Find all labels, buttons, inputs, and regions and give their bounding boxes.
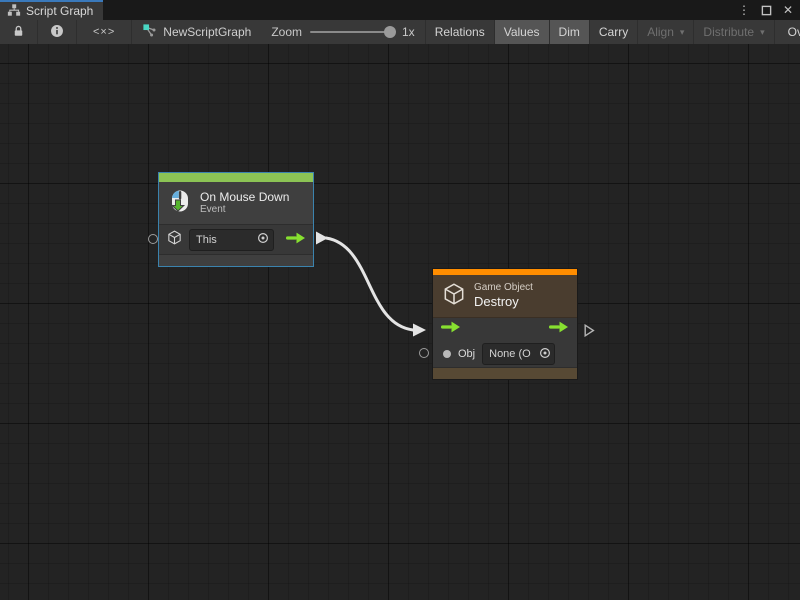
obj-object-field[interactable]: None (O: [482, 343, 555, 365]
node-destroy[interactable]: Game Object Destroy Obj No: [432, 268, 578, 380]
zoom-label: Zoom: [271, 25, 302, 39]
connection-wire: [326, 238, 413, 330]
graph-hierarchy-icon: [7, 3, 21, 20]
connection-end-arrow: [413, 324, 426, 337]
on-mouse-down-target-input-port[interactable]: [148, 234, 158, 244]
script-graph-asset-icon: [142, 23, 157, 41]
object-picker-icon[interactable]: [257, 232, 269, 247]
close-icon[interactable]: ✕: [780, 2, 796, 18]
node-title: On Mouse Down: [200, 190, 289, 204]
node-subtitle: Event: [200, 204, 289, 216]
tab-strip: Script Graph ⋮ ✕: [0, 0, 800, 20]
node-title-block: Game Object Destroy: [474, 282, 533, 310]
node-footer: [433, 367, 577, 379]
info-icon: [50, 24, 64, 41]
code-preview-button[interactable]: <×>: [77, 20, 132, 44]
chevron-down-icon: ▾: [680, 27, 685, 38]
game-object-cube-icon: [441, 281, 467, 312]
graph-toolbar: <×> NewScriptGraph Zoom 1x Relations Val…: [0, 20, 800, 45]
values-button[interactable]: Values: [495, 20, 550, 44]
obj-input-label: Obj: [458, 348, 475, 360]
distribute-button[interactable]: Distribute ▾: [694, 20, 774, 44]
zoom-control: Zoom 1x: [261, 20, 425, 44]
node-title-block: On Mouse Down Event: [200, 190, 289, 216]
connection-layer: [0, 44, 800, 600]
graph-canvas[interactable]: On Mouse Down Event This: [0, 44, 800, 600]
node-header: Game Object Destroy: [433, 275, 577, 318]
zoom-slider[interactable]: [310, 31, 394, 33]
zoom-value: 1x: [402, 25, 415, 39]
info-button[interactable]: [38, 20, 77, 44]
align-button[interactable]: Align ▾: [638, 20, 694, 44]
node-on-mouse-down[interactable]: On Mouse Down Event This: [158, 172, 314, 267]
node-header: On Mouse Down Event: [159, 182, 313, 225]
overview-button[interactable]: Overview: [779, 20, 800, 44]
value-port-dot[interactable]: [443, 350, 451, 358]
chevron-down-icon: ▾: [760, 27, 765, 38]
trigger-output-port[interactable]: [286, 231, 306, 249]
node-footer: [159, 254, 313, 266]
target-object-field[interactable]: This: [189, 229, 274, 251]
window-controls: ⋮ ✕: [736, 0, 796, 20]
dim-button[interactable]: Dim: [550, 20, 590, 44]
graph-name-label: NewScriptGraph: [163, 25, 251, 39]
relations-button[interactable]: Relations: [426, 20, 495, 44]
obj-object-value: None (O: [489, 348, 531, 360]
window-menu-icon[interactable]: ⋮: [736, 2, 752, 18]
node-title: Destroy: [474, 294, 533, 310]
destroy-trigger-out-connector[interactable]: [584, 324, 595, 342]
node-category: Game Object: [474, 282, 533, 294]
code-preview-icon: <×>: [93, 26, 115, 38]
target-object-value: This: [196, 234, 217, 246]
node-body: Obj None (O: [433, 318, 577, 367]
script-graph-window: Script Graph ⋮ ✕: [0, 0, 800, 600]
graph-name-breadcrumb[interactable]: NewScriptGraph: [132, 20, 261, 44]
node-body: This: [159, 225, 313, 254]
lock-button[interactable]: [0, 20, 38, 44]
trigger-input-port[interactable]: [441, 320, 461, 338]
carry-button[interactable]: Carry: [590, 20, 638, 44]
game-object-cube-icon: [166, 229, 183, 251]
maximize-icon[interactable]: [758, 2, 774, 18]
lock-icon: [12, 24, 25, 41]
mouse-down-event-icon: [167, 188, 193, 219]
object-picker-icon[interactable]: [539, 347, 551, 362]
zoom-slider-handle[interactable]: [384, 26, 396, 38]
trigger-output-port[interactable]: [549, 320, 569, 338]
tab-title: Script Graph: [26, 4, 93, 18]
node-accent-bar: [159, 173, 313, 182]
tab-script-graph[interactable]: Script Graph: [0, 0, 103, 20]
connection-start-arrow: [316, 232, 328, 245]
destroy-obj-input-port[interactable]: [419, 348, 429, 358]
